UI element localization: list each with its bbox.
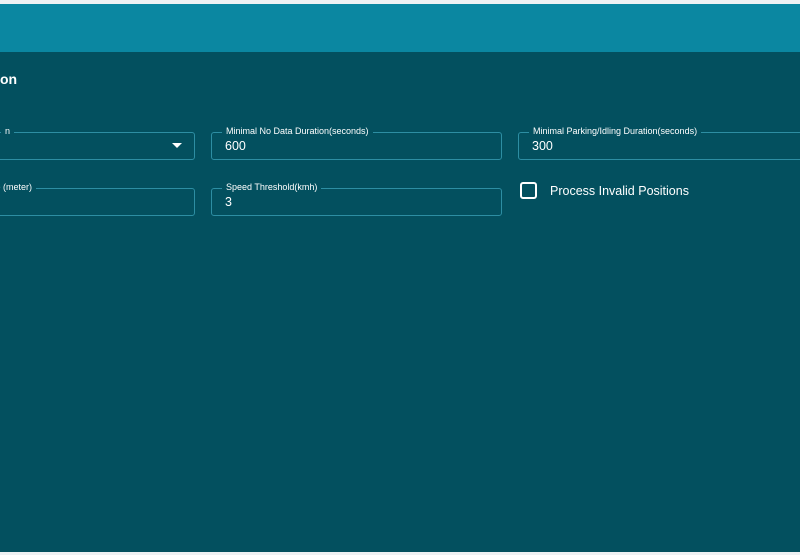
- dropdown-label: n: [1, 125, 15, 137]
- speed-threshold-label: Speed Threshold(kmh): [222, 181, 322, 193]
- min-parking-idling-duration-label: Minimal Parking/Idling Duration(seconds): [529, 125, 702, 137]
- caret-down-icon[interactable]: [172, 143, 182, 148]
- process-invalid-positions-label[interactable]: Process Invalid Positions: [550, 183, 689, 199]
- dropdown-select[interactable]: n: [0, 125, 195, 160]
- distance-input[interactable]: ce (meter): [0, 181, 195, 216]
- min-parking-idling-duration-value: 300: [532, 139, 553, 153]
- section-title: on: [0, 71, 18, 87]
- min-no-data-duration-label: Minimal No Data Duration(seconds): [222, 125, 373, 137]
- speed-threshold-value: 3: [225, 195, 232, 209]
- speed-threshold-input[interactable]: Speed Threshold(kmh) 3: [211, 181, 502, 216]
- top-app-bar: [0, 4, 800, 52]
- min-no-data-duration-input[interactable]: Minimal No Data Duration(seconds) 600: [211, 125, 502, 160]
- process-invalid-positions-checkbox[interactable]: [520, 182, 537, 199]
- min-parking-idling-duration-input[interactable]: Minimal Parking/Idling Duration(seconds)…: [518, 125, 800, 160]
- distance-label: ce (meter): [0, 181, 37, 193]
- min-no-data-duration-value: 600: [225, 139, 246, 153]
